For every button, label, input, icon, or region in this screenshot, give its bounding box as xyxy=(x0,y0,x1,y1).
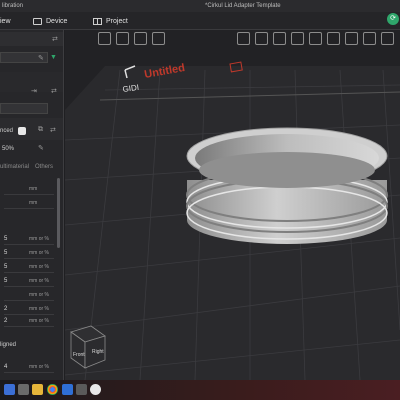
tab-device-label: Device xyxy=(46,18,68,25)
tab-project[interactable]: Project xyxy=(93,16,128,27)
subtab-others[interactable]: Others xyxy=(35,164,53,170)
mail-icon[interactable] xyxy=(62,384,73,395)
assembly-icon[interactable] xyxy=(345,32,358,45)
rotate-icon[interactable] xyxy=(199,32,212,45)
row-value: 2 xyxy=(4,306,8,312)
window-title: *Cirkul Lid Adapter Template xyxy=(205,3,281,9)
panel-scrollbar[interactable] xyxy=(57,178,60,248)
row-value: 5 xyxy=(4,278,8,284)
orient-icon[interactable] xyxy=(134,32,147,45)
device-icon xyxy=(33,18,42,25)
title-bar-left-text: libration xyxy=(2,3,24,9)
3d-viewport[interactable]: Untitled GIDI Front Right xyxy=(65,30,400,380)
os-taskbar xyxy=(0,380,400,400)
tab-project-label: Project xyxy=(106,18,128,25)
row-unit: mm or % xyxy=(29,278,49,284)
infill-value[interactable]: 50% xyxy=(2,146,14,152)
row-value: 5 xyxy=(4,264,8,270)
cirkul-lid-adapter-model[interactable] xyxy=(186,127,388,244)
split-icon[interactable] xyxy=(381,32,394,45)
view-cube-front[interactable]: Front xyxy=(73,352,85,358)
text-tool-icon[interactable] xyxy=(309,32,322,45)
setting-row[interactable]: 5 mm or % xyxy=(4,236,54,245)
cut-icon[interactable] xyxy=(255,32,268,45)
row-value: 2 xyxy=(4,318,8,324)
row-unit: mm or % xyxy=(29,318,49,324)
slice-plate-icon[interactable] xyxy=(152,32,165,45)
variable-layer-icon[interactable] xyxy=(363,32,376,45)
tab-device[interactable]: Device xyxy=(33,16,67,27)
row-unit: mm or % xyxy=(29,364,49,370)
move-icon[interactable] xyxy=(181,32,194,45)
row-value: 5 xyxy=(4,236,8,242)
settings-panel: ⇄ ✎ ▼ ⇥ ⇄ nced ⧉ ⇄ 50% ✎ ultimaterial Ot… xyxy=(0,30,64,380)
row-value: 5 xyxy=(4,250,8,256)
measure-icon[interactable] xyxy=(327,32,340,45)
filter-icon[interactable]: ▼ xyxy=(50,54,57,61)
tab-preview[interactable]: iew xyxy=(0,16,11,27)
title-bar: libration *Cirkul Lid Adapter Template xyxy=(0,0,400,12)
setting-row[interactable]: 5 mm or % xyxy=(4,250,54,259)
start-icon[interactable] xyxy=(4,384,15,395)
seam-paint-icon[interactable] xyxy=(291,32,304,45)
setting-row[interactable]: 5 mm or % xyxy=(4,278,54,287)
row-unit: mm or % xyxy=(29,250,49,256)
file-explorer-icon[interactable] xyxy=(32,384,43,395)
aligned-label: ligned xyxy=(0,342,17,348)
edit-process-icon[interactable]: ✎ xyxy=(38,144,44,152)
row-unit: mm or % xyxy=(29,236,49,242)
tab-preview-label: iew xyxy=(0,18,11,25)
advanced-label: nced xyxy=(0,128,14,134)
main-tab-bar: iew Device Project xyxy=(0,12,400,30)
setting-row[interactable]: 4 mm or % xyxy=(4,364,54,373)
row-unit: mm or % xyxy=(29,264,49,270)
compare-icon[interactable]: ⇄ xyxy=(50,126,56,134)
edit-printer-icon[interactable]: ✎ xyxy=(38,54,44,62)
app-icon[interactable] xyxy=(76,384,87,395)
setting-row[interactable]: mm xyxy=(4,186,54,195)
setting-row[interactable]: 5 mm or % xyxy=(4,264,54,273)
sync-icon: ⟳ xyxy=(390,15,396,22)
setting-row[interactable]: mm or % xyxy=(4,292,54,301)
setting-row[interactable]: 2 mm or % xyxy=(4,306,54,315)
filament-select[interactable] xyxy=(0,103,48,114)
filament-swap-icon[interactable]: ⇄ xyxy=(51,87,57,95)
slicer-app-icon[interactable] xyxy=(90,384,101,395)
row-value: 4 xyxy=(4,364,8,370)
advanced-toggle[interactable] xyxy=(18,127,26,135)
process-subtabs: ultimaterial Others xyxy=(0,164,53,170)
view-cube-right[interactable]: Right xyxy=(92,349,104,355)
row-unit: mm xyxy=(29,186,38,192)
app-window: libration *Cirkul Lid Adapter Template i… xyxy=(0,0,400,400)
view-cube[interactable]: Front Right xyxy=(70,325,106,369)
filament-settings-icon[interactable]: ⇥ xyxy=(31,87,37,95)
project-icon xyxy=(93,18,102,25)
row-unit: mm or % xyxy=(29,306,49,312)
row-unit: mm xyxy=(29,200,38,206)
subtab-multimaterial[interactable]: ultimaterial xyxy=(0,164,29,170)
chrome-icon[interactable] xyxy=(47,384,58,395)
scene-canvas: Untitled GIDI Front Right xyxy=(65,61,400,380)
sync-button[interactable]: ⟳ xyxy=(387,13,399,25)
setting-row[interactable]: 2 mm or % xyxy=(4,318,54,327)
arrange-grid-icon[interactable] xyxy=(116,32,129,45)
row-unit: mm or % xyxy=(29,292,49,298)
support-paint-icon[interactable] xyxy=(273,32,286,45)
copy-icon[interactable]: ⧉ xyxy=(38,126,43,134)
printer-settings-icon[interactable]: ⇄ xyxy=(52,35,58,43)
task-view-icon[interactable] xyxy=(18,384,29,395)
scale-icon[interactable] xyxy=(237,32,250,45)
add-object-icon[interactable] xyxy=(98,32,111,45)
setting-row[interactable]: mm xyxy=(4,200,54,209)
